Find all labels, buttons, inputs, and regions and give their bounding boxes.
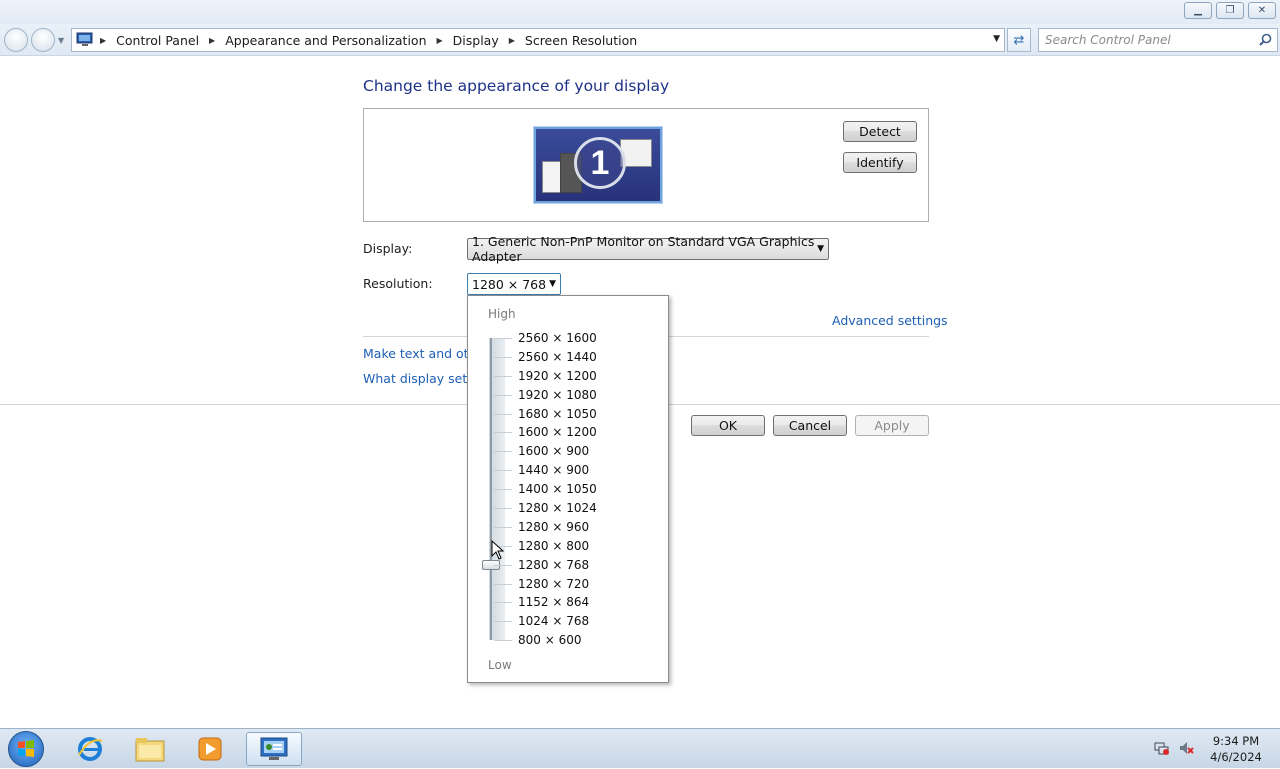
internet-explorer-icon (78, 737, 103, 761)
chevron-down-icon: ▼ (549, 279, 556, 289)
resolution-option[interactable]: 2560 × 1440 (494, 348, 597, 367)
display-select[interactable]: 1. Generic Non-PnP Monitor on Standard V… (467, 234, 829, 264)
resolution-option[interactable]: 2560 × 1600 (494, 329, 597, 348)
start-button[interactable] (8, 731, 44, 767)
refresh-button[interactable]: ⇄ (1007, 28, 1031, 52)
resolution-option[interactable]: 1280 × 1024 (494, 499, 597, 518)
breadcrumb-arrow-icon[interactable]: ▶ (437, 36, 443, 45)
taskbar-media-player[interactable] (182, 732, 238, 766)
control-panel-icon (260, 737, 288, 760)
media-player-icon (198, 737, 222, 761)
resolution-option[interactable]: 1024 × 768 (494, 612, 597, 631)
breadcrumb-display[interactable]: Display (453, 33, 499, 48)
mouse-cursor-icon (491, 540, 505, 560)
slider-line (490, 338, 492, 640)
forward-button[interactable] (31, 28, 55, 52)
minimize-button[interactable]: ▁ (1184, 2, 1212, 19)
advanced-settings-link[interactable]: Advanced settings (832, 313, 948, 328)
breadcrumb-arrow-icon[interactable]: ▶ (209, 36, 215, 45)
close-icon: ✕ (1257, 5, 1267, 16)
page-title: Change the appearance of your display (363, 77, 670, 95)
taskbar-windows-explorer[interactable] (122, 732, 178, 766)
low-label: Low (488, 658, 512, 672)
ok-button[interactable]: OK (691, 415, 765, 436)
clock-date: 4/6/2024 (1210, 750, 1262, 764)
folder-icon (135, 738, 165, 762)
navigation-bar: ▼ ▶ Control Panel ▶ Appearance and Perso… (0, 24, 1280, 56)
chevron-down-icon: ▼ (817, 244, 824, 254)
volume-muted-icon[interactable] (1178, 740, 1194, 759)
control-panel-icon (76, 32, 94, 48)
detect-button[interactable]: Detect (843, 121, 917, 142)
taskbar-control-panel[interactable] (246, 732, 302, 766)
search-input[interactable] (1045, 33, 1255, 47)
resolution-select-value: 1280 × 768 (472, 276, 547, 292)
resolution-label: Resolution: (363, 276, 433, 291)
resolution-option[interactable]: 1920 × 1080 (494, 386, 597, 405)
high-label: High (488, 307, 516, 321)
system-tray: 9:34 PM 4/6/2024 (1154, 729, 1280, 769)
resolution-option[interactable]: 1400 × 1050 (494, 480, 597, 499)
monitor-1-icon[interactable]: 1 (534, 127, 662, 203)
minimize-icon: ▁ (1194, 5, 1202, 16)
search-box[interactable] (1038, 28, 1278, 52)
apply-button[interactable]: Apply (855, 415, 929, 436)
display-label: Display: (363, 241, 413, 256)
resolution-option[interactable]: 1152 × 864 (494, 593, 597, 612)
network-icon[interactable] (1154, 740, 1170, 759)
search-icon[interactable] (1259, 33, 1272, 49)
resolution-option[interactable]: 1280 × 960 (494, 518, 597, 537)
resolution-options: 2560 × 1600 2560 × 1440 1920 × 1200 1920 × … (494, 329, 597, 650)
window-controls: ▁ ❐ ✕ (1184, 2, 1276, 19)
resolution-select[interactable]: 1280 × 768 ▼ (467, 273, 561, 295)
monitor-arrangement-panel: 1 Detect Identify (363, 108, 929, 222)
recent-pages-chevron-icon[interactable]: ▼ (58, 36, 64, 45)
breadcrumb-appearance[interactable]: Appearance and Personalization (225, 33, 426, 48)
resolution-option[interactable]: 1280 × 720 (494, 575, 597, 594)
taskbar-internet-explorer[interactable] (62, 732, 118, 766)
breadcrumb-control-panel[interactable]: Control Panel (116, 33, 199, 48)
cancel-button[interactable]: Cancel (773, 415, 847, 436)
resolution-option[interactable]: 1440 × 900 (494, 461, 597, 480)
restore-button[interactable]: ❐ (1216, 2, 1244, 19)
monitor-number: 1 (574, 137, 626, 189)
breadcrumb-arrow-icon[interactable]: ▶ (509, 36, 515, 45)
clock-time: 9:34 PM (1212, 734, 1260, 748)
clock[interactable]: 9:34 PM 4/6/2024 (1206, 733, 1266, 765)
title-bar: ▁ ❐ ✕ (0, 0, 1280, 24)
address-dropdown-icon[interactable]: ▼ (993, 34, 1000, 44)
taskbar: 9:34 PM 4/6/2024 (0, 728, 1280, 768)
resolution-option[interactable]: 1600 × 1200 (494, 423, 597, 442)
display-select-value: 1. Generic Non-PnP Monitor on Standard V… (472, 234, 815, 264)
address-bar[interactable]: ▶ Control Panel ▶ Appearance and Persona… (71, 28, 1005, 52)
identify-button[interactable]: Identify (843, 152, 917, 173)
resolution-option[interactable]: 1280 × 768 (494, 556, 597, 575)
resolution-dropdown: High 2560 × 1600 2560 × 1440 1920 × 1200 19… (467, 295, 669, 683)
restore-icon: ❐ (1225, 5, 1235, 16)
refresh-icon: ⇄ (1013, 32, 1025, 48)
resolution-option[interactable]: 1680 × 1050 (494, 405, 597, 424)
close-button[interactable]: ✕ (1248, 2, 1276, 19)
breadcrumb-arrow-icon: ▶ (100, 35, 107, 45)
resolution-option[interactable]: 1280 × 800 (494, 537, 597, 556)
resolution-option[interactable]: 1600 × 900 (494, 442, 597, 461)
resolution-option[interactable]: 800 × 600 (494, 631, 597, 650)
resolution-option[interactable]: 1920 × 1200 (494, 367, 597, 386)
back-button[interactable] (4, 28, 28, 52)
breadcrumb-screen-resolution[interactable]: Screen Resolution (525, 33, 637, 48)
windows-logo-icon (18, 740, 34, 757)
